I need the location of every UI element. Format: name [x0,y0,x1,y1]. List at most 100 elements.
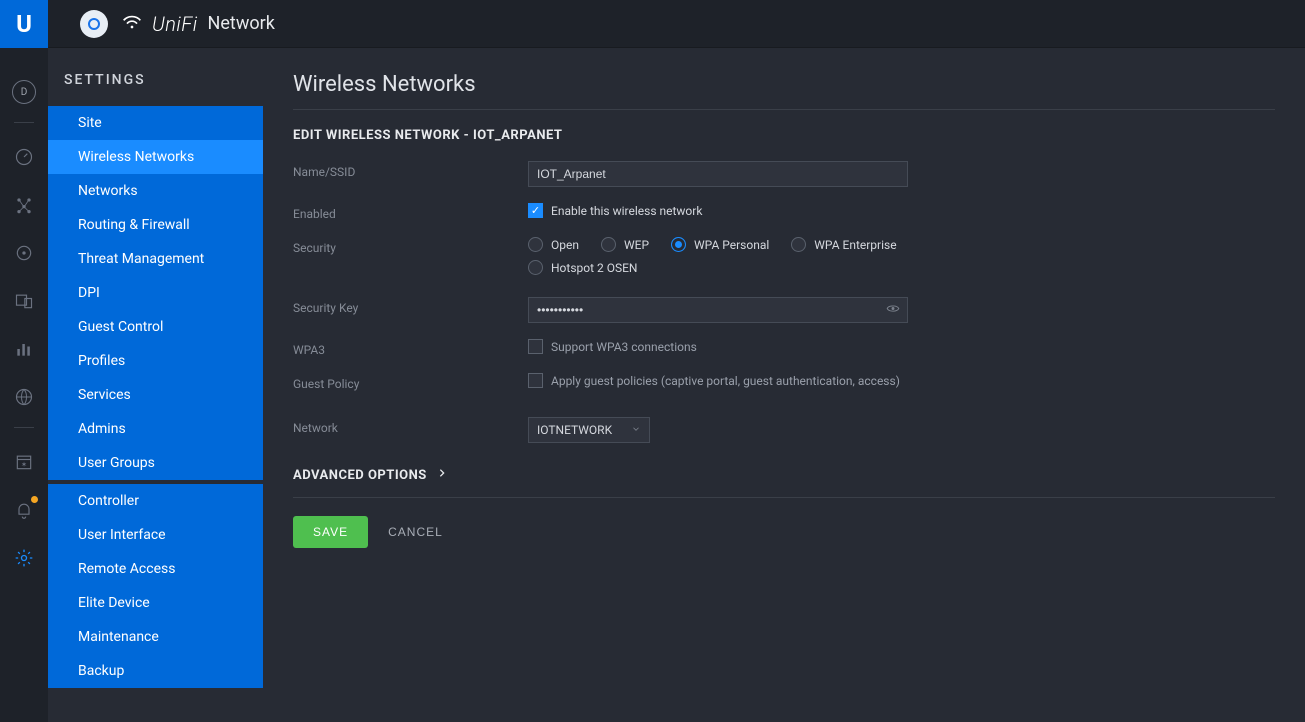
rail-devices[interactable] [0,277,48,325]
eye-icon[interactable] [886,302,900,319]
label-network: Network [293,417,528,435]
sidebar-item-label: User Groups [78,455,155,471]
row-security: Security Open WEP WPA Personal WPA Enter… [293,237,1275,275]
cancel-button[interactable]: CANCEL [388,525,443,539]
sidebar-item-label: Services [78,387,131,403]
product-right: Network [208,13,275,34]
label-ssid: Name/SSID [293,161,528,179]
svg-text:✶: ✶ [21,460,27,469]
controller-icon[interactable] [80,10,108,38]
sidebar-item-label: Threat Management [78,251,204,267]
chevron-right-icon [437,467,447,483]
sidebar-item-site[interactable]: Site [48,106,263,140]
security-radio-hotspot2[interactable] [528,260,543,275]
graph-nodes-icon [13,194,35,216]
advanced-options-label: ADVANCED OPTIONS [293,468,427,483]
top-header: U UniFi Network [0,0,1305,48]
sidebar-item-label: Backup [78,663,124,679]
sidebar-item-networks[interactable]: Networks [48,174,263,208]
page-title: Wireless Networks [293,72,1275,97]
sidebar-item-label: Guest Control [78,319,163,335]
sidebar-group-secondary: Controller User Interface Remote Access … [48,484,263,688]
brand-logo[interactable]: U [0,0,48,48]
product-left: UniFi [152,12,198,36]
sidebar-item-maintenance[interactable]: Maintenance [48,620,263,654]
sidebar-item-wireless-networks[interactable]: Wireless Networks [48,140,263,174]
rail-statistics[interactable] [0,325,48,373]
network-select-value: IOTNETWORK [537,423,612,437]
rail-map[interactable] [0,229,48,277]
rail-settings[interactable] [0,534,48,582]
label-security: Security [293,237,528,255]
network-select[interactable]: IOTNETWORK [528,417,650,443]
sidebar-item-admins[interactable]: Admins [48,412,263,446]
sidebar-item-services[interactable]: Services [48,378,263,412]
security-radio-wep[interactable] [601,237,616,252]
sidebar-item-elite-device[interactable]: Elite Device [48,586,263,620]
sidebar-item-label: DPI [78,285,100,301]
save-button[interactable]: SAVE [293,516,368,548]
section-head: EDIT WIRELESS NETWORK - IOT_ARPANET [293,128,1275,143]
row-security-key: Security Key [293,297,1275,323]
icon-rail: D [0,48,48,722]
sidebar-item-label: Remote Access [78,561,175,577]
sidebar-item-label: Admins [78,421,126,437]
chevron-down-icon [631,423,641,437]
rail-events[interactable]: ✶ [0,438,48,486]
sidebar-item-user-groups[interactable]: User Groups [48,446,263,480]
security-open-label: Open [551,238,579,252]
globe-icon [13,386,35,408]
sidebar-item-threat-management[interactable]: Threat Management [48,242,263,276]
rail-insights[interactable] [0,373,48,421]
sidebar-item-label: Controller [78,493,139,509]
security-radio-open[interactable] [528,237,543,252]
sidebar-item-label: Site [78,115,102,131]
wpa3-checkbox[interactable] [528,339,543,354]
security-key-input[interactable] [528,297,908,323]
gauge-icon [13,146,35,168]
sidebar-item-profiles[interactable]: Profiles [48,344,263,378]
sidebar-title: SETTINGS [48,72,263,106]
guest-policy-checkbox[interactable] [528,373,543,388]
rail-clients[interactable] [0,181,48,229]
row-ssid: Name/SSID [293,161,1275,187]
rail-separator-2 [14,427,34,428]
avatar-letter: D [12,80,36,104]
enabled-checkbox[interactable] [528,203,543,218]
row-enabled: Enabled Enable this wireless network [293,203,1275,221]
sidebar-item-dpi[interactable]: DPI [48,276,263,310]
label-wpa3: WPA3 [293,339,528,357]
sidebar-item-routing-firewall[interactable]: Routing & Firewall [48,208,263,242]
rail-separator [14,122,34,123]
sidebar-item-user-interface[interactable]: User Interface [48,518,263,552]
label-enabled: Enabled [293,203,528,221]
guest-policy-text: Apply guest policies (captive portal, gu… [551,374,900,388]
gear-icon [13,547,35,569]
label-security-key: Security Key [293,297,528,315]
sidebar-item-label: Wireless Networks [78,149,194,165]
security-wpa-personal-label: WPA Personal [694,238,769,252]
rail-alerts[interactable] [0,486,48,534]
settings-sidebar: SETTINGS Site Wireless Networks Networks… [48,48,263,722]
bars-icon [13,338,35,360]
sidebar-item-label: Profiles [78,353,125,369]
advanced-options-toggle[interactable]: ADVANCED OPTIONS [293,467,1275,483]
rail-dashboard[interactable] [0,133,48,181]
product-name: UniFi Network [122,12,275,36]
rail-avatar[interactable]: D [0,68,48,116]
label-guest-policy: Guest Policy [293,373,528,391]
divider-bottom [293,497,1275,498]
security-radio-wpa-enterprise[interactable] [791,237,806,252]
sidebar-item-guest-control[interactable]: Guest Control [48,310,263,344]
security-radio-wpa-personal[interactable] [671,237,686,252]
ssid-input[interactable] [528,161,908,187]
sidebar-item-backup[interactable]: Backup [48,654,263,688]
sidebar-item-controller[interactable]: Controller [48,484,263,518]
target-icon [13,242,35,264]
row-wpa3: WPA3 Support WPA3 connections [293,339,1275,357]
sidebar-item-remote-access[interactable]: Remote Access [48,552,263,586]
sidebar-item-label: Networks [78,183,138,199]
alert-dot [31,496,38,503]
sidebar-group-primary: Site Wireless Networks Networks Routing … [48,106,263,480]
security-hotspot2-label: Hotspot 2 OSEN [551,261,638,275]
